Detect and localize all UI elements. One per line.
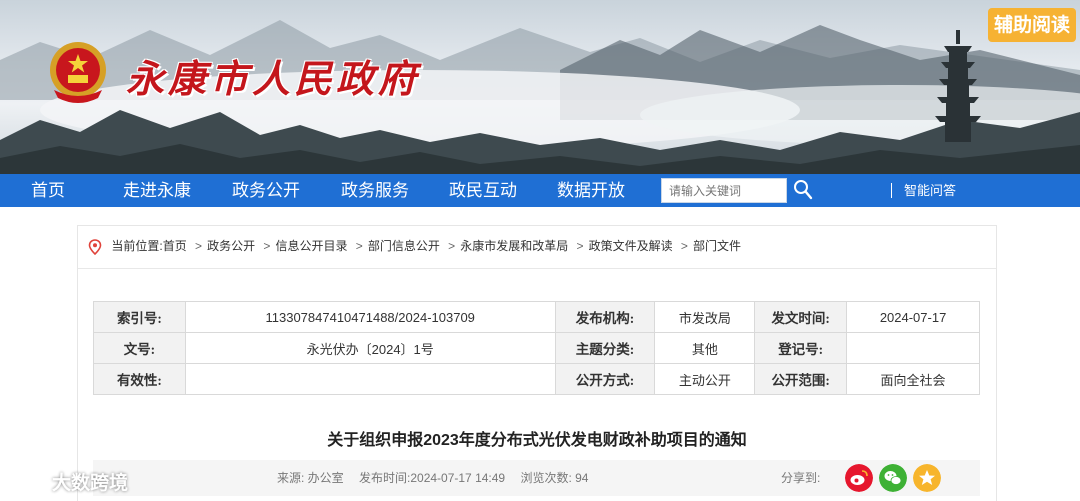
meta-value: 面向全社会 bbox=[846, 363, 980, 395]
wechat-icon[interactable] bbox=[879, 464, 907, 492]
main-nav: 首页 走进永康 政务公开 政务服务 政民互动 数据开放 智能问答 bbox=[0, 174, 1080, 207]
meta-label: 公开范围: bbox=[754, 363, 848, 395]
meta-label: 公开方式: bbox=[554, 363, 656, 395]
meta-value bbox=[184, 363, 556, 395]
document-title: 关于组织申报2023年度分布式光伏发电财政补助项目的通知 bbox=[327, 432, 747, 449]
meta-value: 永光伏办〔2024〕1号 bbox=[184, 332, 556, 364]
breadcrumb: 当前位置:首页 > 政务公开 > 信息公开目录 > 部门信息公开 > 永康市发展和改革局… bbox=[88, 235, 741, 257]
site-title: 永康市人民政府 bbox=[126, 56, 421, 101]
table-row: 文号: 永光伏办〔2024〕1号 主题分类: 其他 登记号: bbox=[93, 332, 980, 364]
breadcrumb-separator: > bbox=[263, 239, 271, 253]
qzone-icon[interactable] bbox=[913, 464, 941, 492]
article-meta: 来源: 办公室 发布时间:2024-07-17 14:49 浏览次数: 94 bbox=[277, 460, 600, 496]
breadcrumb-divider bbox=[78, 268, 996, 269]
share-label: 分享到: bbox=[781, 471, 821, 485]
article-views: 浏览次数: 94 bbox=[520, 471, 589, 485]
article-publish-time: 发布时间:2024-07-17 14:49 bbox=[359, 471, 506, 485]
breadcrumb-separator: > bbox=[680, 239, 688, 253]
breadcrumb-item-home[interactable]: 首页 bbox=[163, 239, 187, 253]
search-icon[interactable] bbox=[793, 179, 813, 201]
meta-label: 有效性: bbox=[93, 363, 186, 395]
search-input[interactable] bbox=[661, 178, 787, 203]
table-row: 索引号: 113307847410471488/2024-103709 发布机构… bbox=[93, 301, 980, 333]
nav-item-about[interactable]: 走进永康 bbox=[123, 174, 191, 207]
table-row: 有效性: 公开方式: 主动公开 公开范围: 面向全社会 bbox=[93, 363, 980, 395]
breadcrumb-separator: > bbox=[448, 239, 456, 253]
meta-label: 登记号: bbox=[754, 332, 848, 364]
meta-value: 113307847410471488/2024-103709 bbox=[184, 301, 556, 333]
document-meta-table: 索引号: 113307847410471488/2024-103709 发布机构… bbox=[93, 301, 980, 395]
nav-item-home[interactable]: 首页 bbox=[31, 174, 65, 207]
nav-item-open-data[interactable]: 数据开放 bbox=[557, 174, 625, 207]
meta-label: 索引号: bbox=[93, 301, 186, 333]
breadcrumb-separator: > bbox=[195, 239, 203, 253]
meta-label: 发文时间: bbox=[754, 301, 848, 333]
nav-item-interaction[interactable]: 政民互动 bbox=[449, 174, 517, 207]
breadcrumb-item-dept[interactable]: 永康市发展和改革局 bbox=[460, 239, 568, 253]
national-emblem-icon bbox=[50, 42, 106, 103]
breadcrumb-item-catalog[interactable]: 信息公开目录 bbox=[275, 239, 347, 253]
meta-value bbox=[846, 332, 980, 364]
breadcrumb-item-dept-info[interactable]: 部门信息公开 bbox=[368, 239, 440, 253]
article-info-bar: 来源: 办公室 发布时间:2024-07-17 14:49 浏览次数: 94 分… bbox=[93, 460, 980, 496]
breadcrumb-item-dept-docs[interactable]: 部门文件 bbox=[693, 239, 741, 253]
nav-divider bbox=[891, 183, 892, 198]
breadcrumb-separator: > bbox=[576, 239, 584, 253]
breadcrumb-prefix: 当前位置: bbox=[111, 239, 163, 253]
breadcrumb-separator: > bbox=[355, 239, 363, 253]
assist-reading-button[interactable]: 辅助阅读 bbox=[988, 8, 1076, 42]
article-source: 来源: 办公室 bbox=[277, 471, 344, 485]
header-banner: 永康市人民政府 辅助阅读 bbox=[0, 0, 1080, 174]
watermark: 大数跨境 bbox=[8, 468, 128, 494]
meta-value: 其他 bbox=[654, 332, 756, 364]
breadcrumb-item-gov-affairs[interactable]: 政务公开 bbox=[207, 239, 255, 253]
meta-label: 文号: bbox=[93, 332, 186, 364]
meta-label: 发布机构: bbox=[554, 301, 656, 333]
watermark-text: 大数跨境 bbox=[52, 471, 129, 494]
meta-value: 主动公开 bbox=[654, 363, 756, 395]
meta-label: 主题分类: bbox=[554, 332, 656, 364]
content-card: 当前位置:首页 > 政务公开 > 信息公开目录 > 部门信息公开 > 永康市发展和改革局… bbox=[77, 225, 997, 501]
location-pin-icon bbox=[88, 239, 102, 255]
meta-value: 市发改局 bbox=[654, 301, 756, 333]
nav-item-gov-affairs[interactable]: 政务公开 bbox=[232, 174, 300, 207]
watermark-logo-icon bbox=[10, 470, 48, 490]
smart-qa-link[interactable]: 智能问答 bbox=[904, 174, 956, 207]
breadcrumb-item-policy[interactable]: 政策文件及解读 bbox=[589, 239, 673, 253]
weibo-icon[interactable] bbox=[845, 464, 873, 492]
meta-value: 2024-07-17 bbox=[846, 301, 980, 333]
nav-item-gov-service[interactable]: 政务服务 bbox=[341, 174, 409, 207]
